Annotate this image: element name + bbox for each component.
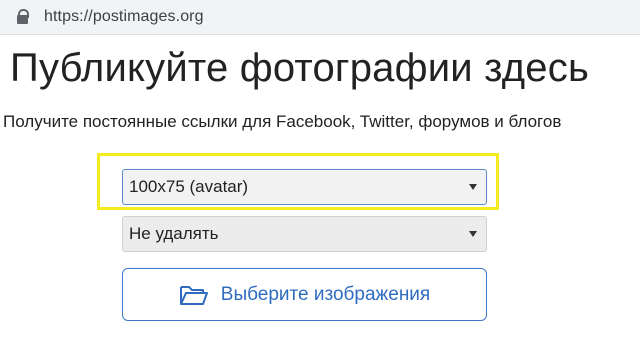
- resize-select[interactable]: 100x75 (avatar): [122, 169, 487, 205]
- page-subtitle: Получите постоянные ссылки для Facebook,…: [3, 112, 562, 131]
- choose-images-button[interactable]: Выберите изображения: [122, 268, 487, 321]
- resize-select-value: 100x75 (avatar): [129, 177, 249, 196]
- expiration-select[interactable]: Не удалять: [122, 216, 487, 252]
- page-title: Публикуйте фотографии здесь: [10, 46, 589, 90]
- chevron-down-icon: [469, 231, 477, 237]
- folder-open-icon: [179, 285, 208, 305]
- lock-icon[interactable]: [14, 3, 32, 31]
- expiration-select-value: Не удалять: [129, 224, 219, 243]
- browser-address-bar: https://postimages.org: [0, 0, 640, 35]
- url-field[interactable]: https://postimages.org: [4, 3, 624, 31]
- url-text[interactable]: https://postimages.org: [44, 8, 204, 26]
- chevron-down-icon: [469, 184, 477, 190]
- choose-images-label: Выберите изображения: [220, 283, 431, 305]
